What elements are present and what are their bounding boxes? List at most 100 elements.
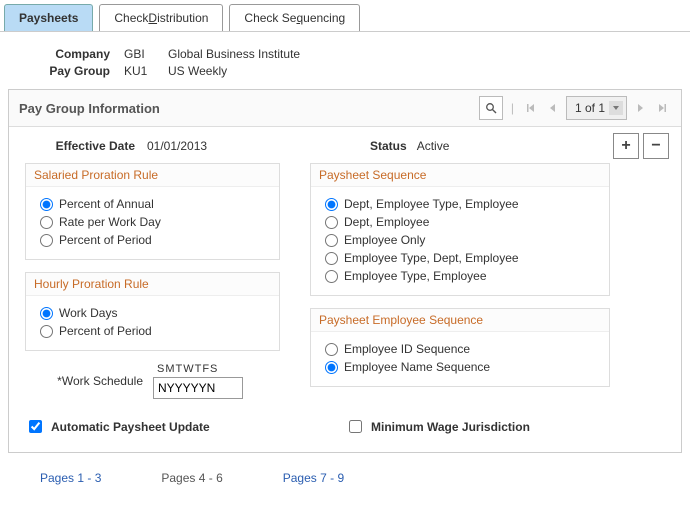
psemp-radio-2[interactable] [325, 361, 338, 374]
panel-body: + − Effective Date 01/01/2013 Salaried P… [9, 127, 681, 452]
psseq-radio-1[interactable] [325, 198, 338, 211]
min-wage-checkbox[interactable] [349, 420, 362, 433]
tab-check-sequencing[interactable]: Check Sequencing [229, 4, 360, 31]
pages-4-6-current: Pages 4 - 6 [161, 471, 222, 485]
psseq-radio-3[interactable] [325, 234, 338, 247]
find-button[interactable] [479, 96, 503, 120]
first-button[interactable] [522, 96, 540, 120]
company-code: GBI [124, 47, 154, 61]
psseq-opt2-label: Dept, Employee [344, 215, 429, 229]
remove-row-button[interactable]: − [643, 133, 669, 159]
pages-7-9-link[interactable]: Pages 7 - 9 [283, 471, 344, 485]
status-value: Active [417, 139, 450, 153]
panel-header: Pay Group Information | [9, 90, 681, 127]
tab-checkdist-pre: Check [114, 11, 148, 25]
psseq-opt1[interactable]: Dept, Employee Type, Employee [325, 197, 599, 211]
add-remove-row: + − [613, 133, 669, 159]
salaried-proration-group: Salaried Proration Rule Percent of Annua… [25, 163, 280, 260]
salaried-opt1-label: Percent of Annual [59, 197, 154, 211]
next-button[interactable] [631, 96, 649, 120]
paygroup-label: Pay Group [30, 64, 110, 78]
prev-button[interactable] [544, 96, 562, 120]
hourly-opt-percent-period[interactable]: Percent of Period [40, 324, 269, 338]
work-schedule-input[interactable] [153, 377, 243, 399]
grid-nav: | 1 of 1 [479, 96, 671, 120]
hourly-proration-title: Hourly Proration Rule [26, 273, 279, 296]
psemp-opt1-label: Employee ID Sequence [344, 342, 470, 356]
psemp-opt2-label: Employee Name Sequence [344, 360, 490, 374]
psseq-opt5-label: Employee Type, Employee [344, 269, 487, 283]
paysheet-emp-sequence-title: Paysheet Employee Sequence [311, 309, 609, 332]
nav-separator: | [507, 101, 518, 115]
salaried-radio-2[interactable] [40, 216, 53, 229]
salaried-opt-rate-per-workday[interactable]: Rate per Work Day [40, 215, 269, 229]
page-counter-text: 1 of 1 [575, 101, 605, 115]
tab-check-distribution[interactable]: CheckDistribution [99, 4, 223, 31]
hourly-radio-2[interactable] [40, 325, 53, 338]
salaried-proration-title: Salaried Proration Rule [26, 164, 279, 187]
pages-1-3-link[interactable]: Pages 1 - 3 [40, 471, 101, 485]
page-indicator[interactable]: 1 of 1 [566, 96, 627, 120]
hourly-radio-1[interactable] [40, 307, 53, 320]
salaried-radio-1[interactable] [40, 198, 53, 211]
paysheet-sequence-group: Paysheet Sequence Dept, Employee Type, E… [310, 163, 610, 296]
company-label: Company [30, 47, 110, 61]
hourly-opt-workdays[interactable]: Work Days [40, 306, 269, 320]
salaried-radio-3[interactable] [40, 234, 53, 247]
tab-checkseq-pre: Check Se [244, 11, 296, 25]
psseq-radio-4[interactable] [325, 252, 338, 265]
psseq-opt1-label: Dept, Employee Type, Employee [344, 197, 519, 211]
paysheet-sequence-title: Paysheet Sequence [311, 164, 609, 187]
salaried-opt2-label: Rate per Work Day [59, 215, 161, 229]
hourly-proration-group: Hourly Proration Rule Work Days Percent … [25, 272, 280, 351]
hourly-opt1-label: Work Days [59, 306, 117, 320]
psseq-radio-2[interactable] [325, 216, 338, 229]
psseq-radio-5[interactable] [325, 270, 338, 283]
last-icon [657, 103, 667, 113]
psemp-opt1[interactable]: Employee ID Sequence [325, 342, 599, 356]
psseq-opt2[interactable]: Dept, Employee [325, 215, 599, 229]
tab-paysheets-label: Paysheets [19, 11, 78, 25]
effective-date-label: Effective Date [25, 139, 135, 153]
tab-checkseq-post: uencing [303, 11, 345, 25]
paygroup-code: KU1 [124, 64, 154, 78]
header-block: Company GBI Global Business Institute Pa… [0, 32, 690, 89]
prev-icon [548, 103, 558, 113]
psseq-opt4[interactable]: Employee Type, Dept, Employee [325, 251, 599, 265]
last-button[interactable] [653, 96, 671, 120]
min-wage-label: Minimum Wage Jurisdiction [371, 420, 530, 434]
pager-links: Pages 1 - 3 Pages 4 - 6 Pages 7 - 9 [0, 453, 690, 503]
paygroup-desc: US Weekly [168, 64, 227, 78]
psseq-opt3[interactable]: Employee Only [325, 233, 599, 247]
auto-paysheet-checkbox[interactable] [29, 420, 42, 433]
chevron-down-icon [609, 101, 623, 115]
psseq-opt4-label: Employee Type, Dept, Employee [344, 251, 519, 265]
psseq-opt3-label: Employee Only [344, 233, 425, 247]
work-schedule-label: *Work Schedule [25, 374, 143, 388]
paysheet-emp-sequence-group: Paysheet Employee Sequence Employee ID S… [310, 308, 610, 387]
salaried-opt-percent-period[interactable]: Percent of Period [40, 233, 269, 247]
salaried-opt-percent-annual[interactable]: Percent of Annual [40, 197, 269, 211]
auto-paysheet-label: Automatic Paysheet Update [51, 420, 210, 434]
company-desc: Global Business Institute [168, 47, 300, 61]
salaried-opt3-label: Percent of Period [59, 233, 152, 247]
min-wage-jurisdiction[interactable]: Minimum Wage Jurisdiction [345, 417, 665, 436]
status-label: Status [370, 139, 407, 153]
psseq-opt5[interactable]: Employee Type, Employee [325, 269, 599, 283]
add-row-button[interactable]: + [613, 133, 639, 159]
next-icon [635, 103, 645, 113]
auto-paysheet-update[interactable]: Automatic Paysheet Update [25, 417, 345, 436]
effective-date-value: 01/01/2013 [147, 139, 207, 153]
tab-checkdist-ul: D [148, 11, 157, 25]
psemp-radio-1[interactable] [325, 343, 338, 356]
search-icon [485, 102, 497, 114]
psemp-opt2[interactable]: Employee Name Sequence [325, 360, 599, 374]
work-schedule-legend: SMTWTFS [153, 363, 218, 375]
hourly-opt2-label: Percent of Period [59, 324, 152, 338]
tab-checkdist-post: istribution [157, 11, 208, 25]
first-icon [526, 103, 536, 113]
paygroup-info-panel: Pay Group Information | [8, 89, 682, 453]
bottom-checks: Automatic Paysheet Update Minimum Wage J… [25, 417, 665, 436]
panel-title: Pay Group Information [19, 101, 479, 116]
tab-paysheets[interactable]: Paysheets [4, 4, 93, 31]
